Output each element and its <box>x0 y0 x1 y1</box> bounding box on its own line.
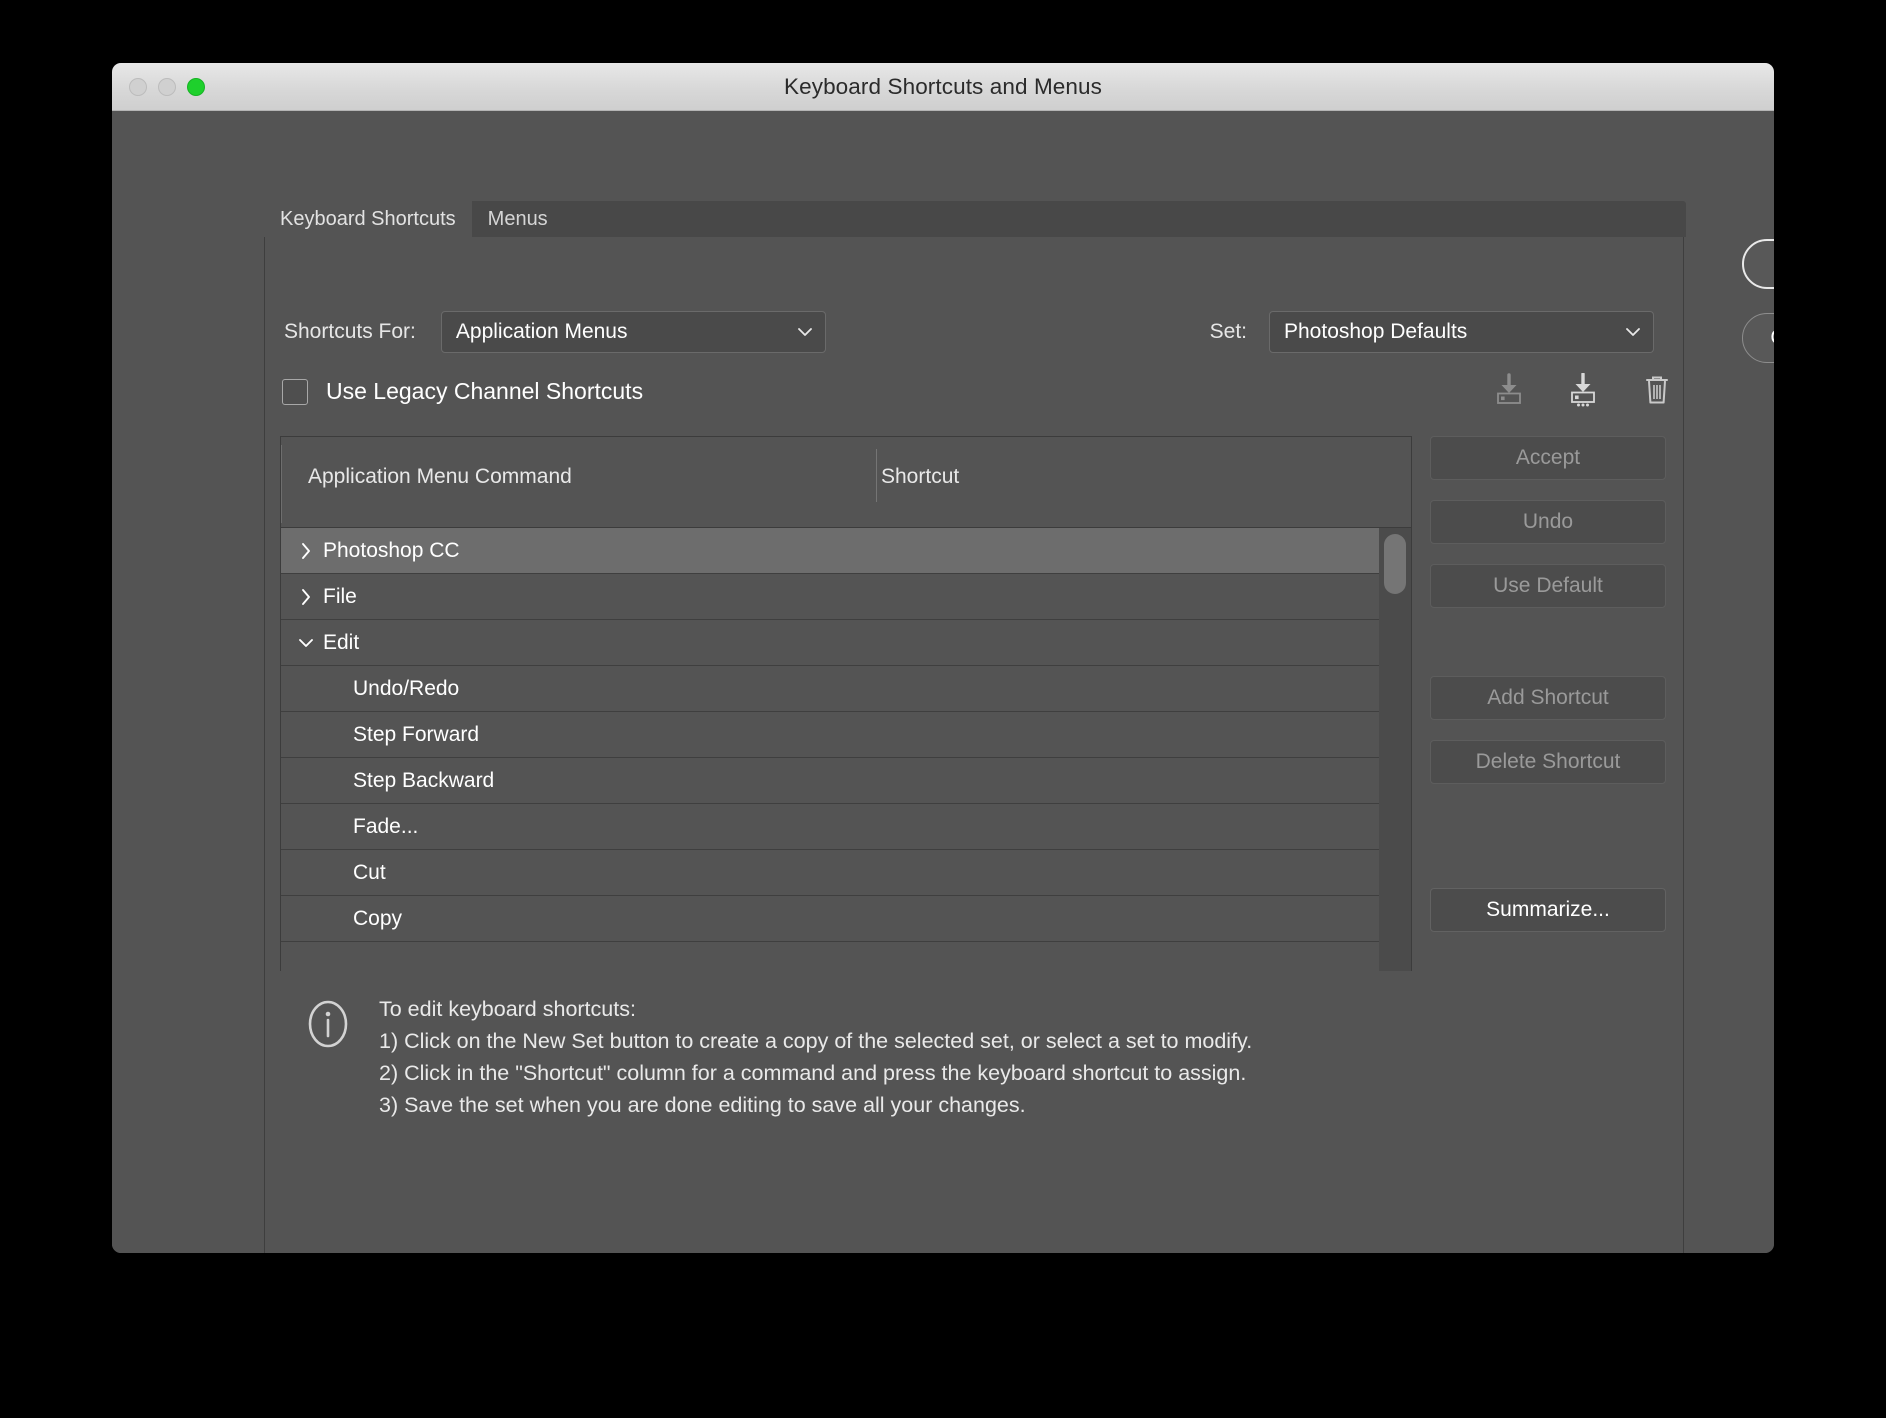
accept-button-label: Accept <box>1515 446 1581 469</box>
legacy-channel-shortcuts-checkbox[interactable] <box>282 378 308 405</box>
summarize-button[interactable]: Summarize... <box>1430 888 1666 932</box>
table-row-label: Copy <box>353 906 403 930</box>
set-value: Photoshop Defaults <box>1284 320 1468 343</box>
table-row-label: Photoshop CC <box>323 538 460 562</box>
tab-keyboard-shortcuts[interactable]: Keyboard Shortcuts <box>264 201 472 237</box>
shortcuts-for-label: Shortcuts For: <box>284 320 416 343</box>
save-set-as-icon[interactable] <box>1566 373 1600 407</box>
button-spacer-large <box>1430 804 1666 888</box>
table-row[interactable]: Cut <box>281 850 1379 896</box>
info-circle-icon <box>308 1000 348 1048</box>
legacy-channel-shortcuts-label: Use Legacy Channel Shortcuts <box>326 378 644 404</box>
table-row-label: Edit <box>323 630 360 654</box>
list-header: Application Menu Command Shortcut <box>281 437 1411 528</box>
chevron-down-icon <box>1626 328 1640 336</box>
table-row-label: Step Forward <box>353 722 480 746</box>
tab-menus[interactable]: Menus <box>472 201 564 237</box>
table-row-label: Undo/Redo <box>353 676 460 700</box>
chevron-right-icon[interactable] <box>295 540 317 562</box>
dialog-action-buttons: OK Cancel <box>1742 239 1774 363</box>
shortcut-list: Application Menu Command Shortcut Photos… <box>280 436 1412 971</box>
list-rows: Photoshop CC File Edit Undo/Redo Step Forwar… <box>281 528 1379 971</box>
window-controls <box>129 63 205 110</box>
set-select[interactable]: Photoshop Defaults <box>1269 311 1654 353</box>
chevron-down-icon[interactable] <box>295 632 317 654</box>
info-text: To edit keyboard shortcuts: 1) Click on … <box>379 997 1253 1117</box>
use-default-button-label: Use Default <box>1493 574 1603 597</box>
table-row-label: Step Backward <box>353 768 495 792</box>
table-row-label: Fade... <box>353 814 419 838</box>
undo-button-label: Undo <box>1522 510 1574 533</box>
table-row[interactable]: Fade... <box>281 804 1379 850</box>
delete-shortcut-button-label: Delete Shortcut <box>1475 750 1621 773</box>
info-block: To edit keyboard shortcuts: 1) Click on … <box>307 993 1252 1121</box>
table-row[interactable]: Undo/Redo <box>281 666 1379 712</box>
header-left-edge <box>281 445 282 523</box>
cancel-button[interactable]: Cancel <box>1742 313 1774 363</box>
summarize-button-label: Summarize... <box>1486 898 1610 921</box>
set-label: Set: <box>1209 320 1247 343</box>
table-row[interactable]: Photoshop CC <box>281 528 1379 574</box>
ok-button[interactable]: OK <box>1742 239 1774 289</box>
table-row[interactable]: Step Forward <box>281 712 1379 758</box>
tab-strip: Keyboard Shortcuts Menus <box>264 201 1686 237</box>
shortcuts-for-select[interactable]: Application Menus <box>440 311 826 353</box>
accept-button[interactable]: Accept <box>1430 436 1666 480</box>
save-set-icon[interactable] <box>1492 373 1526 407</box>
table-row[interactable]: Copy <box>281 896 1379 942</box>
table-row-label: Cut <box>353 860 386 884</box>
delete-shortcut-button[interactable]: Delete Shortcut <box>1430 740 1666 784</box>
use-default-button[interactable]: Use Default <box>1430 564 1666 608</box>
table-row[interactable]: File <box>281 574 1379 620</box>
minimize-button[interactable] <box>158 77 176 96</box>
legacy-channel-shortcuts-row[interactable]: Use Legacy Channel Shortcuts <box>282 378 643 405</box>
set-row: Set: Photoshop Defaults <box>1210 311 1654 353</box>
window-titlebar: Keyboard Shortcuts and Menus <box>112 63 1774 111</box>
list-body: Photoshop CC File Edit Undo/Redo Step Forwar… <box>281 528 1411 971</box>
action-button-column: Accept Undo Use Default Add Shortcut Del… <box>1430 436 1666 952</box>
delete-set-icon[interactable] <box>1640 373 1674 407</box>
undo-button[interactable]: Undo <box>1430 500 1666 544</box>
keyboard-shortcuts-dialog: Keyboard Shortcuts and Menus Keyboard Sh… <box>112 63 1774 1253</box>
dialog-body: Keyboard Shortcuts Menus Shortcuts For: … <box>112 111 1774 1253</box>
cancel-button-label: Cancel <box>1770 326 1774 350</box>
chevron-down-icon <box>797 328 812 336</box>
column-header-shortcut[interactable]: Shortcut <box>881 465 959 489</box>
close-button[interactable] <box>129 77 147 96</box>
header-column-divider[interactable] <box>876 449 877 502</box>
add-shortcut-button-label: Add Shortcut <box>1487 686 1609 709</box>
list-scrollbar[interactable] <box>1379 528 1411 971</box>
set-tools <box>1492 373 1674 407</box>
table-row[interactable] <box>281 942 1379 971</box>
button-spacer <box>1430 628 1666 676</box>
tab-menus-label: Menus <box>487 207 548 230</box>
tab-keyboard-shortcuts-label: Keyboard Shortcuts <box>280 207 456 230</box>
shortcuts-for-row: Shortcuts For: Application Menus <box>284 311 826 353</box>
zoom-button[interactable] <box>187 77 205 96</box>
add-shortcut-button[interactable]: Add Shortcut <box>1430 676 1666 720</box>
shortcuts-for-value: Application Menus <box>455 320 628 343</box>
window-title: Keyboard Shortcuts and Menus <box>784 73 1102 99</box>
table-row[interactable]: Edit <box>281 620 1379 666</box>
screen: Keyboard Shortcuts and Menus Keyboard Sh… <box>0 0 1886 1418</box>
chevron-right-icon[interactable] <box>295 586 317 608</box>
column-header-command[interactable]: Application Menu Command <box>308 465 572 489</box>
table-row[interactable]: Step Backward <box>281 758 1379 804</box>
table-row-label: File <box>323 584 357 608</box>
list-scrollbar-thumb[interactable] <box>1384 534 1406 594</box>
